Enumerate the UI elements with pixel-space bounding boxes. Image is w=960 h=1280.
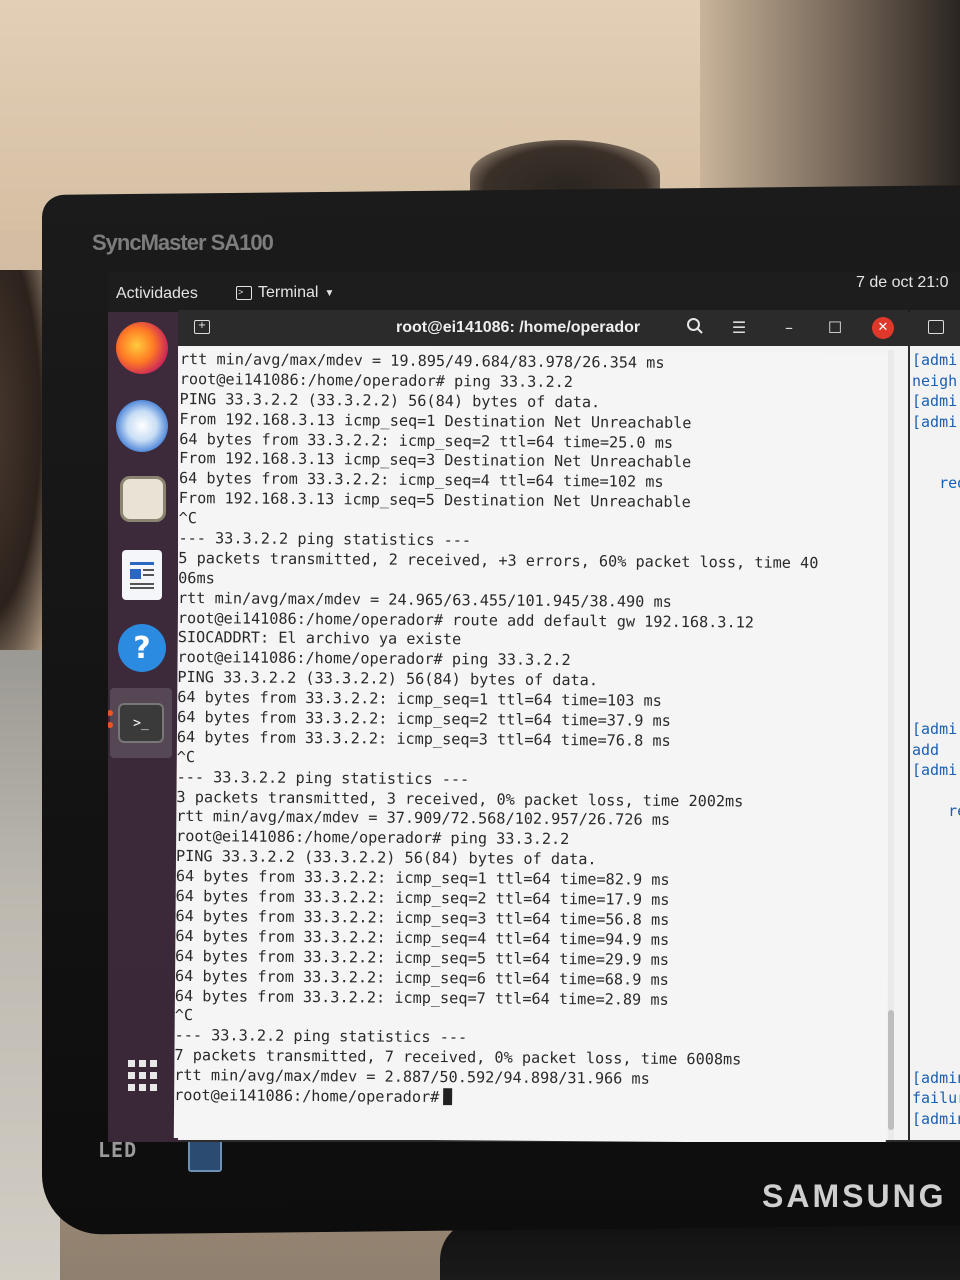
hamburger-menu-icon[interactable]: ☰ xyxy=(728,317,750,339)
second-terminal-line xyxy=(912,637,960,658)
second-terminal-line xyxy=(912,781,960,802)
terminal-prompt-line[interactable]: root@ei141086:/home/operador# xyxy=(174,1086,886,1111)
second-terminal-line xyxy=(912,494,960,515)
second-terminal-line xyxy=(912,863,960,884)
second-terminal-line: add ( xyxy=(912,740,960,759)
thunderbird-icon[interactable] xyxy=(116,400,168,452)
monitor-brand-label: SAMSUNG xyxy=(762,1178,947,1214)
second-terminal-line xyxy=(912,658,960,679)
background-door xyxy=(700,0,960,200)
dock: ? >_ xyxy=(108,312,182,1142)
second-terminal-line xyxy=(912,699,960,720)
second-terminal-line xyxy=(912,555,960,576)
second-terminal-header xyxy=(910,310,960,346)
screen: Actividades > Terminal ▼ 7 de oct 21:0 ?… xyxy=(108,272,960,1142)
second-terminal-line xyxy=(912,576,960,597)
second-terminal-line: [admi xyxy=(912,761,958,779)
terminal-output[interactable]: rtt min/avg/max/mdev = 19.895/49.684/83.… xyxy=(173,348,892,1142)
terminal-window[interactable]: + root@ei141086: /home/operador ☰ – ☐ ✕ … xyxy=(173,310,908,1142)
second-terminal-output: [admineigh[admi[admi red[admiadd ([admi … xyxy=(912,350,960,1129)
terminal-icon: >_ xyxy=(118,703,164,743)
second-terminal-line xyxy=(912,945,960,966)
terminal-prompt: root@ei141086:/home/operador# xyxy=(174,1085,440,1107)
top-bar: Actividades > Terminal ▼ 7 de oct 21:0 xyxy=(108,272,960,312)
maximize-icon[interactable]: ☐ xyxy=(824,317,846,339)
second-terminal-line xyxy=(912,986,960,1007)
second-terminal-line: neigh xyxy=(912,371,958,390)
writer-icon[interactable] xyxy=(122,550,162,600)
text-cursor xyxy=(443,1088,453,1106)
document-lines-icon xyxy=(130,562,154,589)
monitor-model-label: SyncMaster SA100 xyxy=(92,230,274,255)
second-terminal-line xyxy=(912,453,960,474)
second-terminal-window[interactable]: [admineigh[admi[admi red[admiadd ([admi … xyxy=(910,310,960,1140)
second-terminal-line xyxy=(912,1006,960,1027)
app-menu-terminal[interactable]: > Terminal ▼ xyxy=(236,284,334,302)
second-terminal-line xyxy=(912,842,960,863)
terminal-title: root@ei141086: /home/operador xyxy=(396,319,641,336)
minimize-icon[interactable]: – xyxy=(778,317,800,339)
second-terminal-line: red xyxy=(939,474,960,492)
second-terminal-line: [admi xyxy=(912,351,958,369)
app-menu-label: Terminal xyxy=(258,284,319,301)
scrollbar[interactable] xyxy=(888,350,894,1140)
second-terminal-line xyxy=(912,1047,960,1068)
second-terminal-line: failur xyxy=(912,1089,960,1107)
terminal-dock-item[interactable]: >_ xyxy=(110,688,172,758)
second-terminal-line xyxy=(912,678,960,699)
terminal-header-bar: + root@ei141086: /home/operador ☰ – ☐ ✕ xyxy=(178,310,908,346)
scrollbar-thumb[interactable] xyxy=(888,1010,894,1130)
second-terminal-line xyxy=(912,596,960,617)
second-terminal-line xyxy=(912,965,960,986)
new-tab-icon[interactable]: + xyxy=(194,320,210,334)
close-icon[interactable]: ✕ xyxy=(872,317,894,339)
second-terminal-line xyxy=(912,514,960,535)
second-terminal-line xyxy=(912,617,960,638)
second-terminal-line xyxy=(912,924,960,945)
second-terminal-line: red xyxy=(948,802,960,820)
second-terminal-line: [admin xyxy=(912,1109,960,1128)
second-terminal-line xyxy=(912,904,960,925)
show-apps-icon[interactable] xyxy=(128,1060,160,1092)
second-terminal-line: [admi xyxy=(912,412,958,431)
second-terminal-line xyxy=(912,822,960,843)
second-terminal-line: [admi xyxy=(912,720,958,738)
chevron-down-icon: ▼ xyxy=(324,287,335,299)
new-tab-icon[interactable] xyxy=(928,320,944,334)
search-icon[interactable] xyxy=(684,317,706,339)
second-terminal-line xyxy=(912,432,960,453)
second-terminal-line xyxy=(912,1027,960,1048)
help-icon[interactable]: ? xyxy=(118,624,166,672)
second-terminal-line: [admi xyxy=(912,392,958,410)
second-terminal-line xyxy=(912,535,960,556)
firefox-icon[interactable] xyxy=(116,322,168,374)
second-terminal-line xyxy=(912,883,960,904)
energy-star-badge xyxy=(188,1138,222,1172)
second-terminal-line: [admin xyxy=(912,1068,960,1087)
files-icon[interactable] xyxy=(120,476,166,522)
terminal-app-icon: > xyxy=(236,286,252,300)
activities-button[interactable]: Actividades xyxy=(116,285,198,303)
clock[interactable]: 7 de oct 21:0 xyxy=(856,274,949,292)
